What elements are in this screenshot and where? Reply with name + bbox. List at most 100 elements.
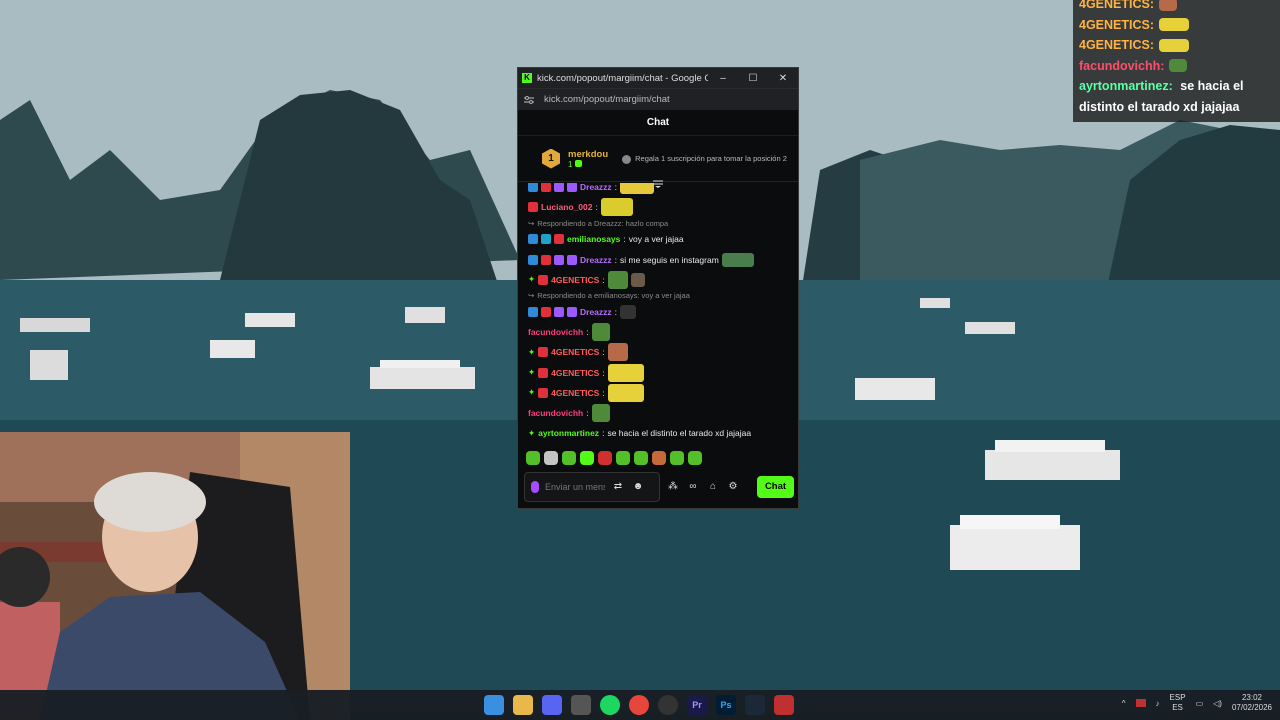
chat-username[interactable]: Dreazzz bbox=[580, 307, 612, 317]
obs-icon[interactable] bbox=[658, 695, 678, 715]
store-icon[interactable]: ⌂ bbox=[706, 481, 720, 492]
quick-emote[interactable] bbox=[526, 451, 540, 465]
badge-icon bbox=[554, 254, 564, 265]
chat-username[interactable]: Luciano_002 bbox=[541, 202, 593, 212]
mic-icon[interactable] bbox=[531, 480, 539, 493]
kick-favicon: K bbox=[522, 73, 532, 83]
window-titlebar[interactable]: K kick.com/popout/margiim/chat - Google … bbox=[518, 68, 798, 88]
badge-icon bbox=[538, 387, 549, 398]
send-chat-button[interactable]: Chat bbox=[757, 475, 794, 498]
emote-image bbox=[1169, 59, 1188, 73]
overlay-message: facundovichh: bbox=[1079, 56, 1274, 77]
site-settings-icon[interactable] bbox=[524, 95, 534, 104]
quick-emote[interactable] bbox=[562, 451, 576, 465]
premiere-icon[interactable]: Pr bbox=[687, 695, 707, 715]
flag-icon[interactable] bbox=[1135, 699, 1146, 707]
chat-text: si me seguis en instagram bbox=[620, 254, 719, 265]
emote-image bbox=[607, 343, 628, 362]
quick-emote[interactable] bbox=[598, 451, 612, 465]
close-button[interactable]: ✕ bbox=[768, 73, 798, 84]
chat-username[interactable]: facundovichh bbox=[528, 408, 583, 418]
quick-emote[interactable] bbox=[580, 451, 594, 465]
overlay-message: 4GENETICS: bbox=[1079, 15, 1274, 36]
mic-tray-icon[interactable]: ♪ bbox=[1156, 699, 1160, 708]
chat-username[interactable]: 4GENETICS bbox=[551, 388, 599, 398]
url-text[interactable]: kick.com/popout/margiim/chat bbox=[544, 94, 670, 105]
emote-image bbox=[607, 383, 644, 402]
chat-input-box[interactable]: ⇄ ☻ bbox=[524, 471, 660, 502]
emote-image bbox=[1159, 0, 1178, 11]
chat-username[interactable]: 4GENETICS bbox=[551, 275, 599, 285]
badge-icon bbox=[541, 234, 551, 245]
webcam-feed bbox=[0, 432, 350, 720]
emote-image bbox=[721, 252, 754, 267]
clock-app-icon[interactable] bbox=[571, 695, 591, 715]
volume-icon[interactable]: ◁) bbox=[1213, 699, 1222, 708]
steam-icon[interactable] bbox=[745, 695, 765, 715]
taskbar-apps: Pr Ps bbox=[484, 695, 794, 715]
overlay-message: ayrtonmartinez: se hacia el distinto el … bbox=[1079, 76, 1274, 117]
badge-icon bbox=[528, 254, 538, 265]
chat-messages[interactable]: Dreazzz: Luciano_002: ↪ Respondiendo a Dr… bbox=[518, 183, 798, 451]
windows-start-icon[interactable] bbox=[484, 695, 504, 715]
infinity-icon[interactable]: ∞ bbox=[686, 481, 700, 492]
clock-date: 07/02/2026 bbox=[1231, 703, 1272, 712]
chat-username[interactable]: Dreazzz bbox=[580, 255, 612, 265]
file-explorer-icon[interactable] bbox=[513, 695, 533, 715]
badge-icon bbox=[541, 183, 551, 193]
badge-icon bbox=[538, 347, 549, 358]
chat-message: facundovichh: bbox=[528, 403, 788, 423]
discord-icon[interactable] bbox=[542, 695, 562, 715]
address-bar[interactable]: kick.com/popout/margiim/chat bbox=[518, 88, 798, 110]
sub-leaderboard[interactable]: 1 merkdou 1 Regala 1 suscripción para to… bbox=[518, 136, 798, 182]
lang-top: ESP bbox=[1169, 693, 1186, 702]
chat-input-row: ⇄ ☻ ⁂ ∞ ⌂ ⚙ Chat bbox=[524, 471, 794, 502]
clock[interactable]: 23:02 07/02/2026 bbox=[1232, 693, 1272, 713]
chat-username[interactable]: 4GENETICS bbox=[551, 347, 599, 357]
quick-emote[interactable] bbox=[634, 451, 648, 465]
emote-image bbox=[600, 198, 633, 217]
quick-emote[interactable] bbox=[652, 451, 666, 465]
chevron-up-icon[interactable]: ^ bbox=[1122, 699, 1126, 708]
chat-username[interactable]: emilianosays bbox=[567, 234, 620, 244]
chat-username[interactable]: Dreazzz bbox=[580, 183, 612, 192]
chat-username[interactable]: 4GENETICS bbox=[551, 368, 599, 378]
quick-emote[interactable] bbox=[544, 451, 558, 465]
app-icon[interactable] bbox=[774, 695, 794, 715]
minimize-button[interactable]: – bbox=[708, 73, 738, 84]
gift-prompt[interactable]: Regala 1 suscripción para tomar la posic… bbox=[622, 154, 787, 164]
photoshop-icon[interactable]: Ps bbox=[716, 695, 736, 715]
chrome-icon[interactable] bbox=[629, 695, 649, 715]
quick-emote[interactable] bbox=[688, 451, 702, 465]
language-indicator[interactable]: ESP ES bbox=[1170, 693, 1186, 713]
quick-emote[interactable] bbox=[616, 451, 630, 465]
share-icon[interactable]: ⁂ bbox=[666, 481, 680, 492]
spotify-icon[interactable] bbox=[600, 695, 620, 715]
emote-image bbox=[620, 183, 655, 195]
chat-message: Dreazzz: bbox=[528, 302, 788, 322]
chat-username[interactable]: facundovichh bbox=[528, 327, 583, 337]
badge-icon bbox=[541, 254, 551, 265]
reply-text: Respondiendo a emilianosays: voy a ver j… bbox=[537, 291, 690, 301]
gear-icon[interactable]: ⚙ bbox=[726, 481, 740, 492]
quick-emote[interactable] bbox=[670, 451, 684, 465]
stream-chat-overlay: 4GENETICS: 4GENETICS: 4GENETICS: facundo… bbox=[1073, 0, 1280, 122]
emote-image bbox=[620, 305, 637, 320]
clock-time: 23:02 bbox=[1241, 693, 1262, 702]
chat-message: facundovichh: bbox=[528, 322, 788, 342]
chat-username[interactable]: ayrtonmartinez bbox=[538, 428, 599, 438]
emoji-icon[interactable]: ☻ bbox=[631, 481, 645, 492]
sparkle-badge-icon: ✦ bbox=[528, 367, 536, 378]
network-icon[interactable]: ▭ bbox=[1196, 699, 1204, 708]
windows-taskbar: Pr Ps ^ ♪ ESP ES ▭ ◁) 23:02 07/02/2026 bbox=[0, 690, 1280, 720]
leaderboard-user[interactable]: merkdou bbox=[568, 149, 608, 160]
chat-input[interactable] bbox=[545, 481, 605, 492]
gift-prompt-text: Regala 1 suscripción para tomar la posic… bbox=[635, 153, 787, 163]
gift-info-icon bbox=[622, 154, 632, 164]
reply-text: Respondiendo a Dreazzz: hazlo compa bbox=[537, 218, 669, 228]
maximize-button[interactable]: ☐ bbox=[738, 73, 768, 84]
sub-count: 1 bbox=[568, 159, 573, 169]
translate-icon[interactable]: ⇄ bbox=[611, 481, 625, 492]
overlay-username: facundovichh: bbox=[1079, 58, 1165, 73]
gift-icon bbox=[574, 159, 582, 167]
